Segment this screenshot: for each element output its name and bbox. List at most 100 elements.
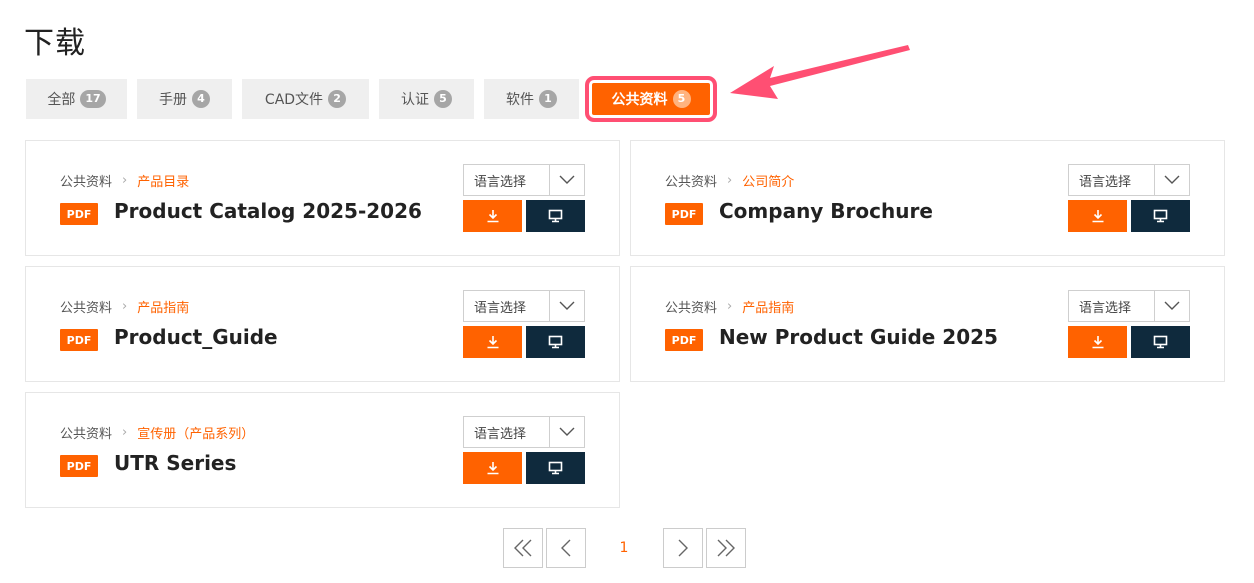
tab-count-badge: 4 bbox=[192, 90, 210, 108]
language-select[interactable]: 语言选择 bbox=[1068, 290, 1190, 322]
download-button[interactable] bbox=[1068, 200, 1127, 232]
breadcrumb-separator-icon: › bbox=[727, 173, 733, 188]
language-select-label: 语言选择 bbox=[464, 417, 550, 447]
download-card: 公共资料 › 产品目录 PDF Product Catalog 2025-202… bbox=[25, 140, 620, 256]
breadcrumb-separator-icon: › bbox=[122, 299, 128, 314]
tab-label: 公共资料 bbox=[611, 92, 668, 108]
tab-label: 手册 bbox=[159, 92, 187, 108]
download-card: 公共资料 › 宣传册（产品系列） PDF UTR Series 语言选择 bbox=[25, 392, 620, 508]
document-title[interactable]: Product Catalog 2025-2026 bbox=[114, 199, 422, 223]
download-card: 公共资料 › 产品指南 PDF Product_Guide 语言选择 bbox=[25, 266, 620, 382]
breadcrumb-separator-icon: › bbox=[122, 173, 128, 188]
chevron-right-icon bbox=[678, 539, 688, 557]
language-select-label: 语言选择 bbox=[1069, 291, 1155, 321]
annotation-arrow bbox=[730, 45, 910, 99]
breadcrumb-category[interactable]: 产品指南 bbox=[742, 297, 794, 316]
document-title[interactable]: New Product Guide 2025 bbox=[719, 325, 998, 349]
breadcrumb-separator-icon: › bbox=[122, 425, 128, 440]
tab-label: 全部 bbox=[47, 92, 76, 108]
tab-public-materials[interactable]: 公共资料 5 bbox=[585, 76, 717, 122]
double-chevron-right-icon bbox=[717, 539, 735, 557]
pagination: 1 bbox=[503, 528, 746, 568]
download-button[interactable] bbox=[463, 326, 522, 358]
breadcrumb-category[interactable]: 产品指南 bbox=[137, 297, 189, 316]
tab-software[interactable]: 软件 1 bbox=[484, 79, 579, 119]
preview-button[interactable] bbox=[526, 452, 585, 484]
tab-count-badge: 17 bbox=[80, 90, 106, 108]
prev-page-button[interactable] bbox=[546, 528, 586, 568]
pdf-badge: PDF bbox=[60, 329, 98, 351]
download-icon bbox=[1092, 336, 1103, 349]
pdf-badge: PDF bbox=[665, 329, 703, 351]
language-select[interactable]: 语言选择 bbox=[463, 164, 585, 196]
tab-label: CAD文件 bbox=[264, 92, 324, 108]
breadcrumb: 公共资料 › 产品指南 bbox=[665, 297, 794, 316]
breadcrumb-root[interactable]: 公共资料 bbox=[665, 171, 717, 190]
preview-button[interactable] bbox=[526, 326, 585, 358]
monitor-icon bbox=[1153, 335, 1168, 349]
first-page-button[interactable] bbox=[503, 528, 543, 568]
tab-cad-files[interactable]: CAD文件 2 bbox=[242, 79, 369, 119]
breadcrumb: 公共资料 › 产品指南 bbox=[60, 297, 189, 316]
chevron-down-icon bbox=[550, 165, 584, 195]
pdf-badge: PDF bbox=[60, 455, 98, 477]
monitor-icon bbox=[548, 335, 563, 349]
breadcrumb-root[interactable]: 公共资料 bbox=[60, 423, 112, 442]
breadcrumb-root[interactable]: 公共资料 bbox=[60, 171, 112, 190]
pdf-badge: PDF bbox=[60, 203, 98, 225]
tab-count-badge: 1 bbox=[539, 90, 557, 108]
breadcrumb-category[interactable]: 公司简介 bbox=[742, 171, 794, 190]
tab-all[interactable]: 全部 17 bbox=[26, 79, 127, 119]
language-select[interactable]: 语言选择 bbox=[463, 290, 585, 322]
chevron-down-icon bbox=[550, 417, 584, 447]
tab-label: 认证 bbox=[401, 92, 429, 108]
preview-button[interactable] bbox=[1131, 200, 1190, 232]
monitor-icon bbox=[548, 461, 563, 475]
download-icon bbox=[487, 462, 498, 475]
language-select[interactable]: 语言选择 bbox=[463, 416, 585, 448]
tab-count-badge: 5 bbox=[672, 90, 691, 108]
preview-button[interactable] bbox=[526, 200, 585, 232]
tab-count-badge: 5 bbox=[434, 90, 452, 108]
download-icon bbox=[1092, 210, 1103, 223]
breadcrumb-category[interactable]: 宣传册（产品系列） bbox=[137, 423, 254, 442]
language-select-label: 语言选择 bbox=[1069, 165, 1155, 195]
language-select-label: 语言选择 bbox=[464, 291, 550, 321]
breadcrumb-separator-icon: › bbox=[727, 299, 733, 314]
language-select[interactable]: 语言选择 bbox=[1068, 164, 1190, 196]
breadcrumb-root[interactable]: 公共资料 bbox=[60, 297, 112, 316]
monitor-icon bbox=[548, 209, 563, 223]
chevron-down-icon bbox=[1155, 165, 1189, 195]
download-card: 公共资料 › 公司简介 PDF Company Brochure 语言选择 bbox=[630, 140, 1225, 256]
breadcrumb: 公共资料 › 宣传册（产品系列） bbox=[60, 423, 254, 442]
download-icon bbox=[487, 336, 498, 349]
last-page-button[interactable] bbox=[706, 528, 746, 568]
download-button[interactable] bbox=[463, 452, 522, 484]
document-title[interactable]: Company Brochure bbox=[719, 199, 933, 223]
chevron-down-icon bbox=[550, 291, 584, 321]
document-title[interactable]: UTR Series bbox=[114, 451, 236, 475]
page-title: 下载 bbox=[24, 26, 86, 61]
breadcrumb-root[interactable]: 公共资料 bbox=[665, 297, 717, 316]
pdf-badge: PDF bbox=[665, 203, 703, 225]
tab-count-badge: 2 bbox=[328, 90, 347, 108]
download-button[interactable] bbox=[463, 200, 522, 232]
breadcrumb: 公共资料 › 产品目录 bbox=[60, 171, 189, 190]
tab-label: 软件 bbox=[506, 92, 534, 108]
document-title[interactable]: Product_Guide bbox=[114, 325, 278, 349]
chevron-down-icon bbox=[1155, 291, 1189, 321]
breadcrumb-category[interactable]: 产品目录 bbox=[137, 171, 189, 190]
preview-button[interactable] bbox=[1131, 326, 1190, 358]
breadcrumb: 公共资料 › 公司简介 bbox=[665, 171, 794, 190]
next-page-button[interactable] bbox=[663, 528, 703, 568]
page-number-current[interactable]: 1 bbox=[604, 528, 644, 568]
chevron-left-icon bbox=[561, 539, 571, 557]
download-card: 公共资料 › 产品指南 PDF New Product Guide 2025 语… bbox=[630, 266, 1225, 382]
tab-certification[interactable]: 认证 5 bbox=[379, 79, 474, 119]
tab-manuals[interactable]: 手册 4 bbox=[137, 79, 232, 119]
download-button[interactable] bbox=[1068, 326, 1127, 358]
monitor-icon bbox=[1153, 209, 1168, 223]
download-icon bbox=[487, 210, 498, 223]
language-select-label: 语言选择 bbox=[464, 165, 550, 195]
double-chevron-left-icon bbox=[514, 539, 532, 557]
